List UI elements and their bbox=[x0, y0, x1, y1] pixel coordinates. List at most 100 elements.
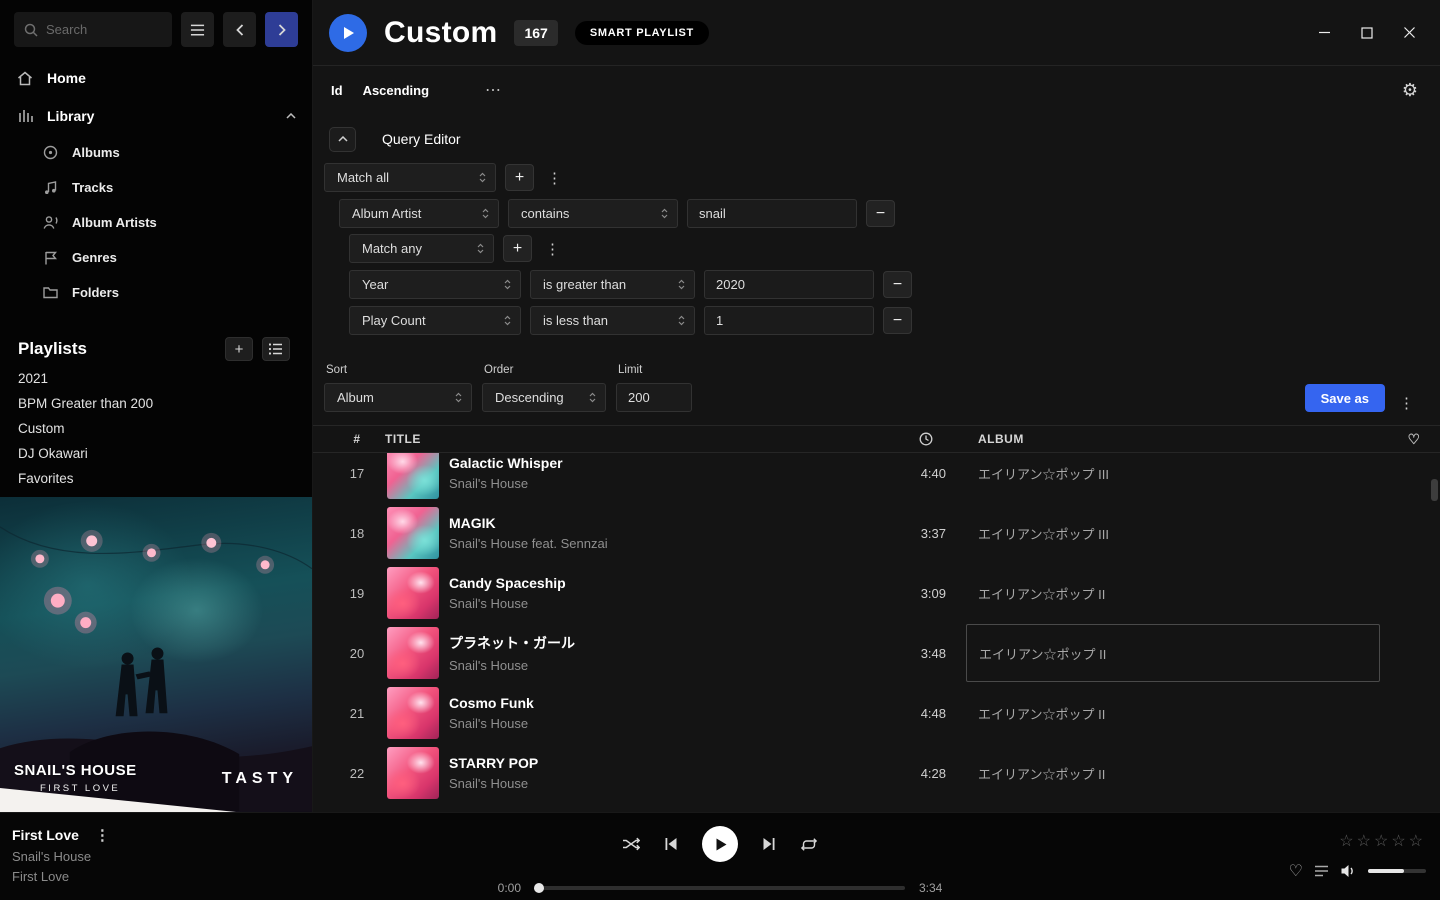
next-track-button[interactable] bbox=[762, 837, 776, 851]
scrollbar-thumb[interactable] bbox=[1431, 479, 1438, 501]
playcount-operator-select[interactable]: is less than bbox=[530, 306, 695, 335]
select-caret-icon bbox=[447, 392, 462, 403]
root-match-select[interactable]: Match all bbox=[324, 163, 496, 192]
window-controls bbox=[1318, 26, 1416, 39]
column-like[interactable]: ♡ bbox=[1396, 431, 1432, 448]
hamburger-icon bbox=[190, 24, 205, 36]
playcount-operator-value: is less than bbox=[543, 313, 608, 328]
playlist-item-favorites[interactable]: Favorites bbox=[0, 466, 312, 491]
rating-stars[interactable]: ☆☆☆☆☆ bbox=[1339, 831, 1426, 851]
transport-controls bbox=[622, 826, 818, 862]
favorite-heart-icon[interactable]: ♡ bbox=[1289, 861, 1303, 881]
order-select[interactable]: Descending bbox=[482, 383, 606, 412]
track-count-badge: 167 bbox=[514, 20, 557, 46]
add-group-rule-button[interactable]: + bbox=[503, 235, 532, 262]
rule-menu-icon[interactable]: ⋮ bbox=[543, 169, 566, 187]
remove-year-rule-button[interactable]: − bbox=[883, 271, 912, 298]
track-artist: Snail's House bbox=[449, 658, 886, 673]
now-playing-info: First Love ⋮ Snail's House First Love bbox=[12, 826, 114, 884]
query-editor-header: Query Editor bbox=[313, 126, 1440, 152]
library-label: Library bbox=[47, 108, 94, 124]
remove-rule-button[interactable]: − bbox=[866, 200, 895, 227]
menu-button[interactable] bbox=[181, 12, 214, 47]
now-playing-menu-icon[interactable]: ⋮ bbox=[91, 826, 114, 844]
queue-icon[interactable] bbox=[1314, 865, 1329, 877]
year-operator-value: is greater than bbox=[543, 277, 626, 292]
sidebar-top-bar bbox=[0, 0, 312, 59]
main-panel: Custom 167 SMART PLAYLIST Id A bbox=[313, 0, 1440, 812]
album-cell-focused[interactable]: エイリアン☆ポップ II bbox=[966, 624, 1380, 682]
settings-gear-icon[interactable]: ⚙ bbox=[1402, 80, 1418, 101]
elapsed-time: 0:00 bbox=[487, 881, 521, 895]
minimize-button[interactable] bbox=[1318, 26, 1331, 39]
year-field-select[interactable]: Year bbox=[349, 270, 521, 299]
add-rule-button[interactable]: + bbox=[505, 164, 534, 191]
sort-select[interactable]: Album bbox=[324, 383, 472, 412]
search-box[interactable] bbox=[14, 12, 172, 47]
group-match-select[interactable]: Match any bbox=[349, 234, 494, 263]
previous-track-button[interactable] bbox=[664, 837, 678, 851]
collapse-query-editor-button[interactable] bbox=[329, 127, 356, 152]
repeat-button[interactable] bbox=[800, 837, 818, 852]
limit-input[interactable] bbox=[616, 383, 692, 412]
rule-field-select[interactable]: Album Artist bbox=[339, 199, 499, 228]
track-artwork-thumbnail bbox=[387, 747, 439, 799]
track-row-18[interactable]: 18 MAGIK Snail's House feat. Sennzai 3:3… bbox=[313, 503, 1440, 563]
year-value-input[interactable] bbox=[704, 270, 874, 299]
sidebar-item-tracks[interactable]: Tracks bbox=[0, 170, 312, 205]
add-playlist-button[interactable]: + bbox=[225, 337, 253, 361]
playlist-item-bpm[interactable]: BPM Greater than 200 bbox=[0, 391, 312, 416]
column-title[interactable]: TITLE bbox=[385, 432, 886, 446]
shuffle-button[interactable] bbox=[622, 837, 640, 851]
volume-slider[interactable] bbox=[1368, 869, 1426, 873]
heart-icon: ♡ bbox=[1407, 431, 1420, 448]
sidebar-item-genres[interactable]: Genres bbox=[0, 240, 312, 275]
select-caret-icon bbox=[474, 208, 489, 219]
artist-icon bbox=[42, 215, 59, 230]
remove-playcount-rule-button[interactable]: − bbox=[883, 307, 912, 334]
sort-direction-button[interactable]: Ascending bbox=[363, 83, 429, 98]
track-list: 17 Galactic Whisper Snail's House 4:40 エ… bbox=[313, 453, 1440, 812]
track-row-17[interactable]: 17 Galactic Whisper Snail's House 4:40 エ… bbox=[313, 453, 1440, 503]
nav-back-button[interactable] bbox=[223, 12, 256, 47]
more-options-icon[interactable]: ⋯ bbox=[485, 80, 502, 100]
track-row-20[interactable]: 20 プラネット・ガール Snail's House 3:48 エイリアン☆ポッ… bbox=[313, 623, 1440, 683]
nav-forward-button[interactable] bbox=[265, 12, 298, 47]
save-as-button[interactable]: Save as bbox=[1305, 384, 1385, 412]
sidebar-item-home[interactable]: Home bbox=[0, 59, 312, 97]
track-row-21[interactable]: 21 Cosmo Funk Snail's House 4:48 エイリアン☆ポ… bbox=[313, 683, 1440, 743]
play-icon bbox=[713, 838, 727, 851]
play-playlist-button[interactable] bbox=[329, 14, 367, 52]
rule-value-input[interactable] bbox=[687, 199, 857, 228]
playlist-options-button[interactable] bbox=[262, 337, 290, 361]
column-album[interactable]: ALBUM bbox=[966, 432, 1396, 446]
maximize-button[interactable] bbox=[1361, 27, 1373, 39]
plus-icon: + bbox=[513, 240, 522, 258]
track-artist: Snail's House bbox=[449, 716, 886, 731]
sidebar-item-album-artists[interactable]: Album Artists bbox=[0, 205, 312, 240]
track-row-19[interactable]: 19 Candy Spaceship Snail's House 3:09 エイ… bbox=[313, 563, 1440, 623]
player-bar: First Love ⋮ Snail's House First Love bbox=[0, 812, 1440, 900]
play-pause-button[interactable] bbox=[702, 826, 738, 862]
year-operator-select[interactable]: is greater than bbox=[530, 270, 695, 299]
close-button[interactable] bbox=[1403, 26, 1416, 39]
seek-knob[interactable] bbox=[534, 883, 544, 893]
save-menu-icon[interactable]: ⋮ bbox=[1395, 394, 1418, 412]
column-index[interactable]: # bbox=[329, 432, 385, 446]
sort-field-button[interactable]: Id bbox=[331, 83, 343, 98]
group-menu-icon[interactable]: ⋮ bbox=[541, 240, 564, 258]
sidebar-item-library[interactable]: Library bbox=[0, 97, 312, 135]
playcount-value-input[interactable] bbox=[704, 306, 874, 335]
seek-bar[interactable] bbox=[535, 886, 905, 890]
column-duration[interactable] bbox=[886, 432, 966, 446]
sidebar-item-folders[interactable]: Folders bbox=[0, 275, 312, 310]
playlist-item-custom[interactable]: Custom bbox=[0, 416, 312, 441]
search-input[interactable] bbox=[46, 22, 162, 37]
playlist-item-2021[interactable]: 2021 bbox=[0, 366, 312, 391]
track-row-22[interactable]: 22 STARRY POP Snail's House 4:28 エイリアン☆ポ… bbox=[313, 743, 1440, 803]
volume-icon[interactable] bbox=[1340, 864, 1357, 878]
rule-operator-select[interactable]: contains bbox=[508, 199, 678, 228]
playlist-item-dj-okawari[interactable]: DJ Okawari bbox=[0, 441, 312, 466]
playcount-field-select[interactable]: Play Count bbox=[349, 306, 521, 335]
sidebar-item-albums[interactable]: Albums bbox=[0, 135, 312, 170]
